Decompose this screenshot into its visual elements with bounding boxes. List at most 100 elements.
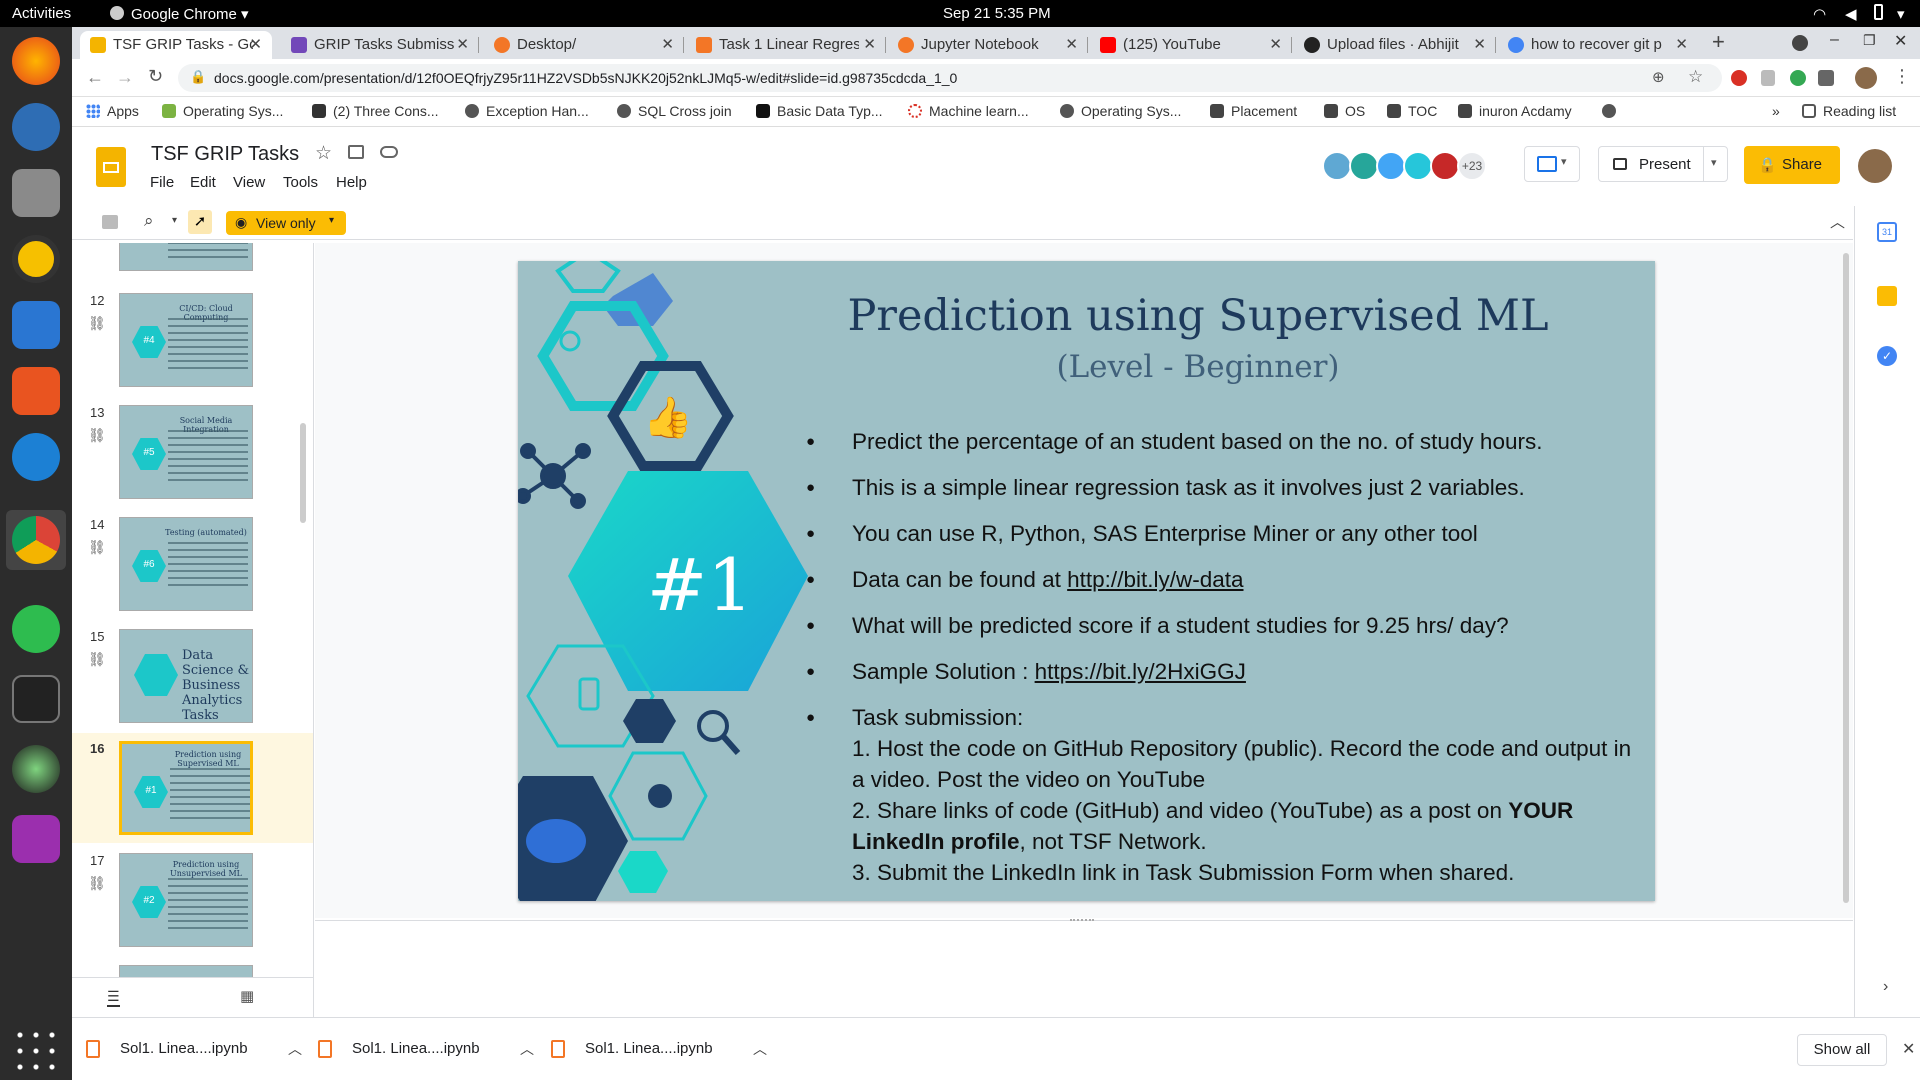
notes-resize-handle[interactable] — [1070, 919, 1094, 923]
close-icon[interactable]: ✕ — [1065, 35, 1078, 53]
close-window-icon[interactable]: ✕ — [1894, 31, 1907, 51]
bookmark-os-1[interactable]: Operating Sys... — [162, 103, 283, 119]
cloud-status-icon[interactable] — [380, 146, 398, 158]
link-icon[interactable]: ⛓ — [88, 651, 106, 668]
close-icon[interactable]: ✕ — [1675, 35, 1688, 53]
maximize-icon[interactable]: ❐ — [1863, 32, 1876, 49]
new-tab-button[interactable]: + — [1712, 29, 1725, 55]
bookmark-folder-placement[interactable]: Placement — [1210, 103, 1297, 119]
chevron-up-icon[interactable]: ︿ — [520, 1039, 534, 1059]
doc-title[interactable]: TSF GRIP Tasks — [151, 143, 299, 166]
more-bookmarks-icon[interactable]: » — [1772, 103, 1780, 119]
download-item[interactable]: Sol1. Linea....ipynb ︿ — [551, 1038, 771, 1062]
url-text[interactable]: docs.google.com/presentation/d/12f0OEQfr… — [214, 70, 957, 86]
menu-edit[interactable]: Edit — [190, 174, 216, 191]
slide-thumbnail-17[interactable]: Prediction using Unsupervised ML #2 — [119, 853, 253, 947]
bookmark-globe[interactable] — [1602, 103, 1623, 119]
back-icon[interactable]: ← — [86, 67, 104, 88]
calendar-icon[interactable]: 31 — [1877, 222, 1897, 242]
link-icon[interactable]: ⛓ — [88, 427, 106, 444]
close-icon[interactable]: ✕ — [249, 35, 262, 53]
system-menu-icon[interactable]: ▾ — [1897, 5, 1905, 23]
slide-thumbnail-15[interactable]: Data Science & Business Analytics Tasks — [119, 629, 253, 723]
slide-thumbnail-13[interactable]: Social Media Integration #5 — [119, 405, 253, 499]
link-icon[interactable]: ⛓ — [88, 875, 106, 892]
forward-icon[interactable]: → — [116, 67, 134, 88]
slides-logo-icon[interactable] — [96, 147, 126, 187]
media-player-icon[interactable] — [12, 815, 60, 863]
app-menu[interactable]: Google Chrome ▾ — [131, 5, 249, 23]
download-item[interactable]: Sol1. Linea....ipynb ︿ — [86, 1038, 306, 1062]
bookmark-folder-toc[interactable]: TOC — [1387, 103, 1437, 119]
zoom-icon[interactable]: ⊕ — [1652, 68, 1665, 86]
chevron-up-icon[interactable]: ︿ — [288, 1039, 302, 1059]
clock[interactable]: Sep 21 5:35 PM — [943, 5, 1051, 22]
bookmark-three-cons[interactable]: (2) Three Cons... — [312, 103, 439, 119]
chrome-menu-icon[interactable]: ⋮ — [1893, 66, 1911, 87]
tab-desktop[interactable]: Desktop/ ✕ — [484, 31, 684, 59]
list-view-icon[interactable]: ☰ — [107, 988, 120, 1007]
bookmark-star-icon[interactable]: ☆ — [1688, 67, 1703, 87]
firefox-icon[interactable] — [12, 37, 60, 85]
chevron-down-icon[interactable]: ▾ — [1711, 156, 1717, 169]
chevron-down-icon[interactable]: ▾ — [172, 215, 177, 226]
collaborator-avatar[interactable] — [1349, 151, 1379, 181]
volume-icon[interactable]: ◀ — [1845, 5, 1857, 23]
wifi-icon[interactable]: ◠ — [1813, 5, 1826, 23]
thunderbird-icon[interactable] — [12, 103, 60, 151]
reload-icon[interactable]: ↻ — [148, 66, 163, 87]
help-icon[interactable] — [12, 433, 60, 481]
comments-history-button[interactable]: ▾ — [1524, 146, 1580, 182]
extension-grammar-icon[interactable] — [1790, 70, 1806, 86]
tab-grip-submission[interactable]: GRIP Tasks Submissi ✕ — [281, 31, 479, 59]
print-icon[interactable] — [102, 215, 118, 229]
rhythmbox-icon[interactable] — [12, 235, 60, 283]
collaborator-avatar[interactable] — [1430, 151, 1460, 181]
link-icon[interactable]: ⛓ — [88, 539, 106, 556]
menu-view[interactable]: View — [233, 174, 265, 191]
close-icon[interactable]: ✕ — [863, 35, 876, 53]
slide-thumbnail-11[interactable] — [119, 243, 253, 271]
slide-thumbnail-16[interactable]: Prediction using Supervised ML #1 — [119, 741, 253, 835]
extension-shield-icon[interactable] — [1761, 70, 1775, 86]
account-avatar[interactable] — [1858, 149, 1892, 183]
bookmark-exception[interactable]: Exception Han... — [465, 103, 589, 119]
menu-tools[interactable]: Tools — [283, 174, 318, 191]
present-button[interactable]: Present ▾ — [1598, 146, 1728, 182]
bookmark-folder-os[interactable]: OS — [1324, 103, 1365, 119]
tab-search-icon[interactable] — [1792, 35, 1808, 51]
bookmark-folder-inuron[interactable]: inuron Acdamy — [1458, 103, 1572, 119]
star-icon[interactable]: ☆ — [315, 142, 332, 165]
download-item[interactable]: Sol1. Linea....ipynb ︿ — [318, 1038, 538, 1062]
show-apps-icon[interactable] — [12, 1027, 60, 1075]
collaborator-avatar[interactable] — [1376, 151, 1406, 181]
collaborator-avatar[interactable] — [1322, 151, 1352, 181]
writer-icon[interactable] — [12, 301, 60, 349]
tab-task1[interactable]: Task 1 Linear Regres ✕ — [686, 31, 886, 59]
lock-icon[interactable]: 🔒 — [190, 69, 206, 85]
bookmark-data-types[interactable]: Basic Data Typ... — [756, 103, 883, 119]
bookmark-sql[interactable]: SQL Cross join — [617, 103, 732, 119]
slide-thumbnail-14[interactable]: Testing (automated) #6 — [119, 517, 253, 611]
bookmark-apps[interactable]: Apps — [86, 103, 139, 119]
extensions-puzzle-icon[interactable] — [1818, 70, 1834, 86]
software-center-icon[interactable] — [12, 367, 60, 415]
close-icon[interactable]: ✕ — [1269, 35, 1282, 53]
tab-jupyter[interactable]: Jupyter Notebook ✕ — [888, 31, 1088, 59]
move-icon[interactable] — [348, 145, 364, 159]
tab-google-search[interactable]: how to recover git p ✕ — [1498, 31, 1698, 59]
filmstrip-scrollbar[interactable] — [300, 423, 306, 523]
tab-github[interactable]: Upload files · Abhijit ✕ — [1294, 31, 1496, 59]
slide-thumbnail-12[interactable]: CI/CD: Cloud Computing #4 — [119, 293, 253, 387]
select-cursor-icon[interactable]: ➚ — [188, 210, 212, 234]
reading-list-button[interactable]: Reading list — [1802, 103, 1896, 119]
battery-icon[interactable] — [1874, 4, 1883, 20]
menu-help[interactable]: Help — [336, 174, 367, 191]
zoom-icon[interactable]: ⌕ — [144, 211, 154, 231]
bookmark-os-2[interactable]: Operating Sys... — [1060, 103, 1181, 119]
collaborator-avatar[interactable] — [1403, 151, 1433, 181]
data-link[interactable]: http://bit.ly/w-data — [1067, 567, 1243, 592]
keep-icon[interactable] — [1877, 286, 1897, 306]
close-icon[interactable]: ✕ — [1473, 35, 1486, 53]
canvas-scrollbar[interactable] — [1843, 253, 1849, 903]
